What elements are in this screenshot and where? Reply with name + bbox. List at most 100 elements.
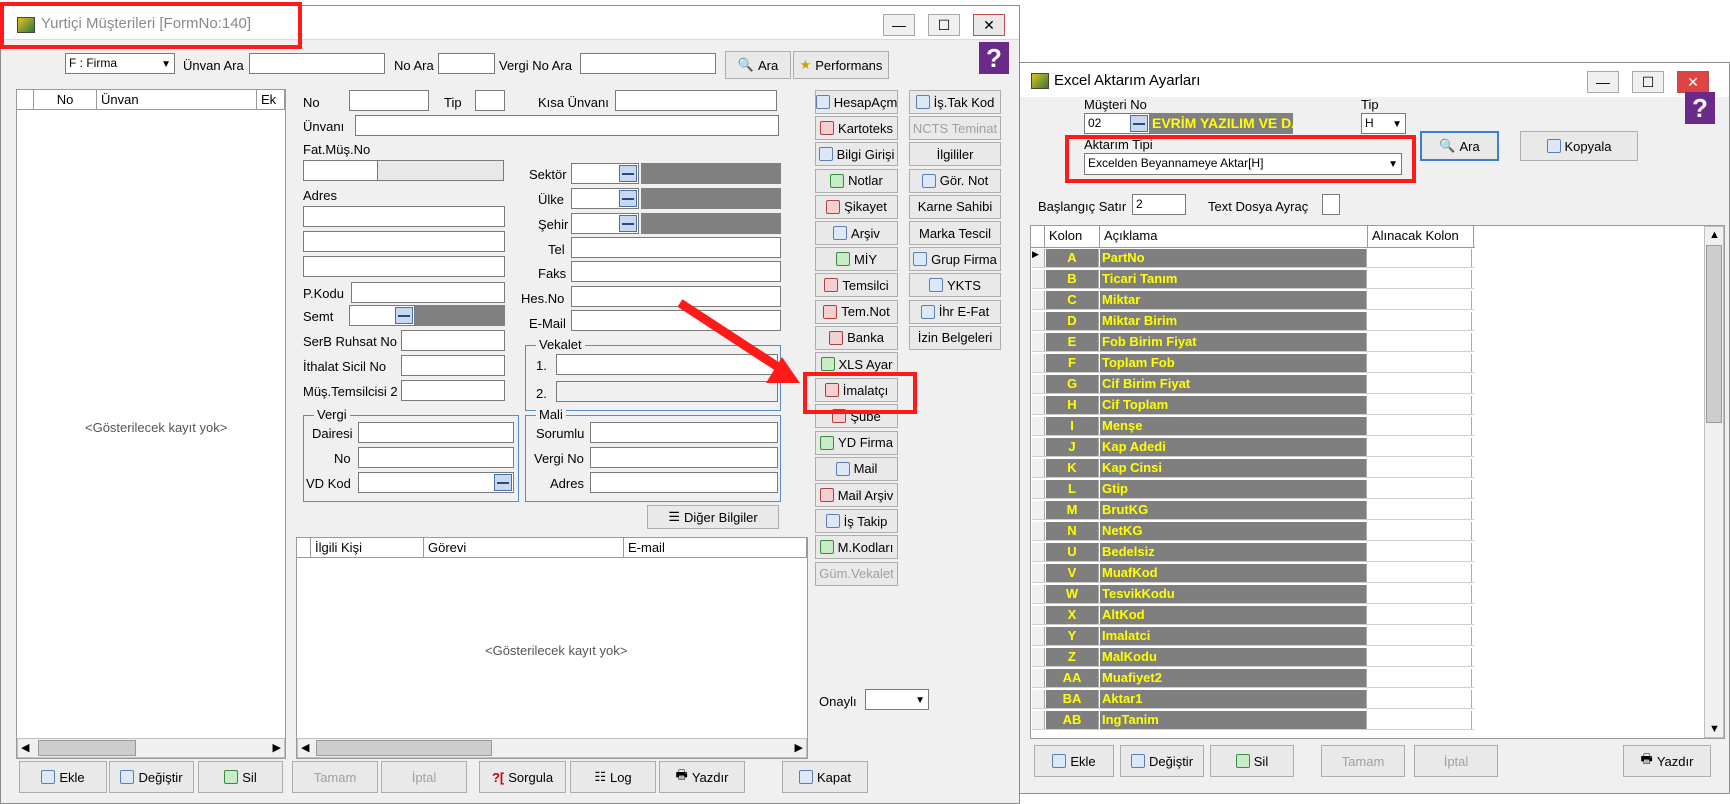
degistir-button[interactable]: Değiştir bbox=[109, 761, 194, 793]
kolon-cell[interactable]: L bbox=[1046, 480, 1099, 498]
help-icon[interactable]: ? bbox=[979, 42, 1009, 74]
side-button-sikayet[interactable]: Şikayet bbox=[815, 194, 898, 219]
side-button-is-takip[interactable]: İş Takip bbox=[815, 509, 898, 534]
row-indicator[interactable] bbox=[1032, 459, 1045, 477]
arrow-left-icon[interactable]: ◀ bbox=[21, 741, 29, 754]
col-aciklama-header[interactable]: Açıklama bbox=[1100, 226, 1368, 248]
col-alinacak-header[interactable]: Alınacak Kolon bbox=[1368, 226, 1474, 248]
onayli-select[interactable]: ▼ bbox=[865, 689, 929, 710]
close-button[interactable]: ✕ bbox=[973, 14, 1005, 36]
aciklama-cell[interactable]: BrutKG bbox=[1100, 501, 1367, 519]
alinacak-kolon-cell[interactable] bbox=[1368, 522, 1472, 540]
arrow-left-icon[interactable]: ◀ bbox=[301, 741, 309, 754]
alinacak-kolon-cell[interactable] bbox=[1368, 648, 1472, 666]
table-row[interactable]: BA Aktar1 bbox=[1032, 690, 1474, 709]
alinacak-kolon-cell[interactable] bbox=[1368, 312, 1472, 330]
table-row[interactable]: I Menşe bbox=[1032, 417, 1474, 436]
table-row[interactable]: U Bedelsiz bbox=[1032, 543, 1474, 562]
contacts-grid[interactable]: İlgili Kişi Görevi E-mail <Gösterilecek … bbox=[296, 537, 808, 759]
horizontal-scrollbar[interactable]: ◀ ▶ bbox=[17, 738, 285, 758]
text-ayrac-input[interactable] bbox=[1322, 194, 1340, 215]
firm-type-select[interactable]: F : Firma ▼ bbox=[65, 53, 175, 74]
aciklama-cell[interactable]: Menşe bbox=[1100, 417, 1367, 435]
row-indicator[interactable] bbox=[1032, 438, 1045, 456]
dairesi-input[interactable] bbox=[358, 422, 514, 443]
vergi-search-input[interactable] bbox=[580, 53, 716, 74]
kolon-cell[interactable]: X bbox=[1046, 606, 1099, 624]
table-row[interactable]: B Ticari Tanım bbox=[1032, 270, 1474, 289]
side-button-marka-tescil[interactable]: Marka Tescil bbox=[909, 221, 1001, 245]
no-search-input[interactable] bbox=[438, 53, 495, 74]
vertical-scrollbar[interactable]: ▲ ▼ bbox=[1704, 226, 1724, 738]
serb-input[interactable] bbox=[401, 330, 505, 351]
aciklama-cell[interactable]: Cif Toplam bbox=[1100, 396, 1367, 414]
table-row[interactable]: L Gtip bbox=[1032, 480, 1474, 499]
vergi-dairesi-no-input[interactable] bbox=[358, 447, 514, 468]
side-button-miy[interactable]: MİY bbox=[815, 247, 898, 272]
ulke-code-input[interactable] bbox=[571, 188, 639, 209]
kolon-cell[interactable]: Z bbox=[1046, 648, 1099, 666]
table-row[interactable]: W TesvikKodu bbox=[1032, 585, 1474, 604]
kolon-cell[interactable]: A bbox=[1046, 249, 1099, 267]
table-row[interactable]: C Miktar bbox=[1032, 291, 1474, 310]
alinacak-kolon-cell[interactable] bbox=[1368, 501, 1472, 519]
lookup-icon[interactable] bbox=[395, 307, 413, 324]
sil-button[interactable]: Sil bbox=[198, 761, 283, 793]
alinacak-kolon-cell[interactable] bbox=[1368, 669, 1472, 687]
row-indicator[interactable] bbox=[1032, 291, 1045, 309]
alinacak-kolon-cell[interactable] bbox=[1368, 333, 1472, 351]
aciklama-cell[interactable]: AltKod bbox=[1100, 606, 1367, 624]
alinacak-kolon-cell[interactable] bbox=[1368, 606, 1472, 624]
lookup-icon[interactable] bbox=[619, 215, 637, 232]
aciklama-cell[interactable]: Kap Adedi bbox=[1100, 438, 1367, 456]
alinacak-kolon-cell[interactable] bbox=[1368, 627, 1472, 645]
side-button-grup-firma[interactable]: Grup Firma bbox=[909, 247, 1001, 272]
lookup-icon[interactable] bbox=[494, 474, 512, 491]
fat-mus-no-input[interactable] bbox=[303, 160, 378, 181]
kolon-cell[interactable]: BA bbox=[1046, 690, 1099, 708]
excel-ara-button[interactable]: 🔍 Ara bbox=[1420, 131, 1499, 161]
arrow-right-icon[interactable]: ▶ bbox=[795, 741, 803, 754]
no-input[interactable] bbox=[349, 90, 429, 111]
alinacak-kolon-cell[interactable] bbox=[1368, 375, 1472, 393]
excel-degistir-button[interactable]: Değiştir bbox=[1120, 745, 1204, 777]
kolon-cell[interactable]: J bbox=[1046, 438, 1099, 456]
excel-iptal-button[interactable]: İptal bbox=[1414, 745, 1498, 777]
table-row[interactable]: Z MalKodu bbox=[1032, 648, 1474, 667]
table-row[interactable]: D Miktar Birim bbox=[1032, 312, 1474, 331]
side-button-izin-belgeleri[interactable]: İzin Belgeleri bbox=[909, 325, 1001, 350]
side-button-bilgi-girisi[interactable]: Bilgi Girişi bbox=[815, 142, 898, 167]
side-button-m-kodlari[interactable]: M.Kodları bbox=[815, 535, 898, 560]
log-button[interactable]: ☷ Log bbox=[570, 761, 656, 793]
table-row[interactable]: ▶ A PartNo bbox=[1032, 249, 1474, 268]
alinacak-kolon-cell[interactable] bbox=[1368, 396, 1472, 414]
aciklama-cell[interactable]: MuafKod bbox=[1100, 564, 1367, 582]
side-button-mail[interactable]: Mail bbox=[815, 456, 898, 481]
row-indicator[interactable] bbox=[1032, 564, 1045, 582]
aciklama-cell[interactable]: Aktar1 bbox=[1100, 690, 1367, 708]
alinacak-kolon-cell[interactable] bbox=[1368, 354, 1472, 372]
alinacak-kolon-cell[interactable] bbox=[1368, 249, 1472, 267]
sorumlu-input[interactable] bbox=[590, 422, 778, 443]
alinacak-kolon-cell[interactable] bbox=[1368, 480, 1472, 498]
mali-adres-input[interactable] bbox=[590, 472, 778, 493]
row-indicator[interactable] bbox=[1032, 711, 1045, 729]
col-ilgili-kisi-header[interactable]: İlgili Kişi bbox=[311, 538, 424, 558]
row-indicator[interactable] bbox=[1032, 417, 1045, 435]
row-indicator[interactable] bbox=[1032, 648, 1045, 666]
alinacak-kolon-cell[interactable] bbox=[1368, 711, 1472, 729]
lookup-icon[interactable] bbox=[619, 190, 637, 207]
kolon-cell[interactable]: M bbox=[1046, 501, 1099, 519]
sorgula-button[interactable]: ?[Sorgula bbox=[479, 761, 566, 793]
kolon-cell[interactable]: G bbox=[1046, 375, 1099, 393]
lookup-icon[interactable] bbox=[1130, 115, 1148, 132]
kolon-cell[interactable]: D bbox=[1046, 312, 1099, 330]
excel-sil-button[interactable]: Sil bbox=[1210, 745, 1294, 777]
side-button-banka[interactable]: Banka bbox=[815, 325, 898, 350]
ekle-button[interactable]: Ekle bbox=[19, 761, 107, 793]
kolon-cell[interactable]: U bbox=[1046, 543, 1099, 561]
kolon-cell[interactable]: K bbox=[1046, 459, 1099, 477]
aciklama-cell[interactable]: Cif Birim Fiyat bbox=[1100, 375, 1367, 393]
alinacak-kolon-cell[interactable] bbox=[1368, 690, 1472, 708]
sektor-code-input[interactable] bbox=[571, 163, 639, 184]
